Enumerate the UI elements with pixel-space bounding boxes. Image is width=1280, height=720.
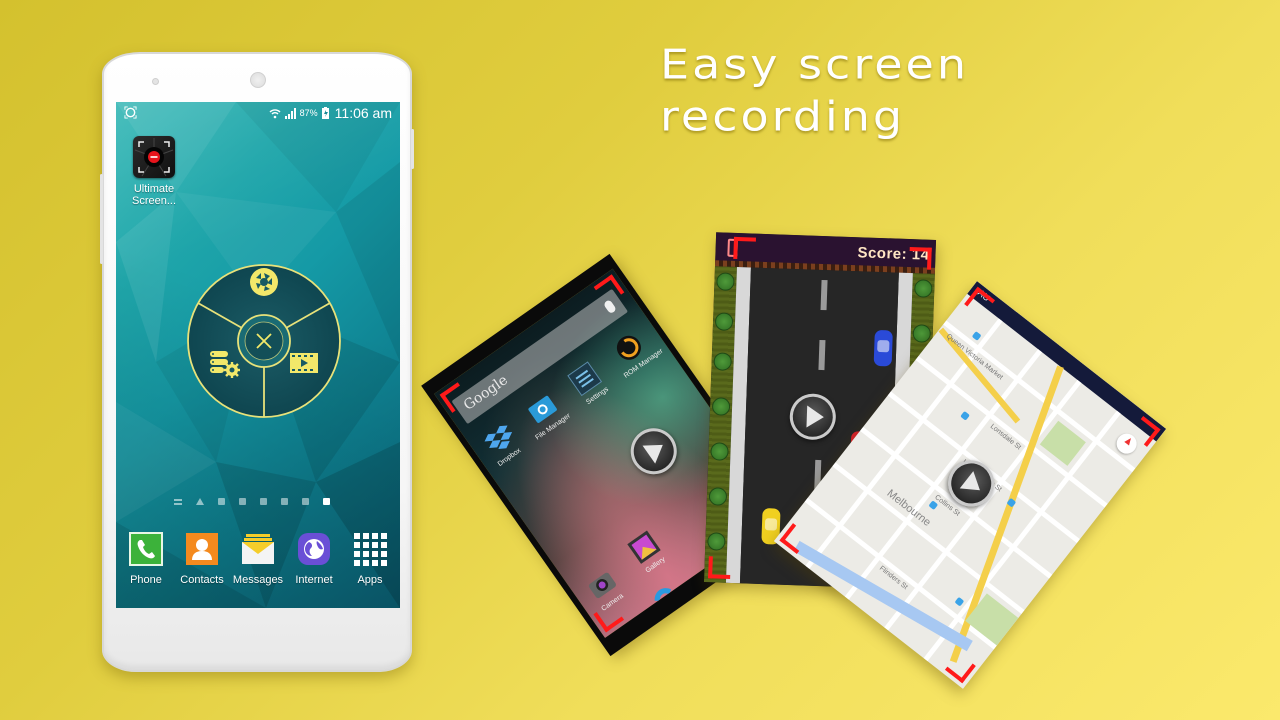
settings-button[interactable] [206,345,242,381]
transit-stop-icon [971,331,982,341]
screenshot-button[interactable] [246,264,282,300]
dock-item-apps[interactable]: Apps [342,532,398,586]
phone-screen: 87% 11:06 am Ultimate Screen... Phone Co… [116,102,400,608]
headline: Easy screen recording [660,38,1100,142]
page-dot[interactable] [218,498,225,505]
page-dot-active[interactable] [323,498,330,505]
record-frame-corner [909,247,932,270]
play-button[interactable] [621,419,686,484]
signal-icon [284,107,296,119]
phone-mockup: 87% 11:06 am Ultimate Screen... Phone Co… [100,52,414,672]
video-gallery-button[interactable] [286,345,322,381]
headline-line-1: Easy screen [660,39,969,89]
blue-car [873,329,893,367]
record-rec-icon [133,136,175,178]
contacts-icon [185,532,219,566]
messages-envelope-icon [241,532,275,566]
camera-shutter-icon [250,268,278,296]
google-label: Google [460,372,511,414]
transit-stop-icon [954,596,965,607]
transit-stop-icon [960,410,970,421]
page-dot[interactable] [239,498,246,505]
globe-icon [297,532,331,566]
dock-label: Phone [130,574,162,586]
close-menu-button[interactable] [246,323,282,359]
page-dot[interactable] [281,498,288,505]
power-button [411,129,414,169]
apps-grid-icon [353,532,387,566]
ultimate-screen-recorder-shortcut[interactable]: Ultimate Screen... [130,136,178,207]
front-camera [250,72,266,88]
dock: Phone Contacts Messages Internet Apps [116,532,400,586]
dock-item-contacts[interactable]: Contacts [174,532,230,586]
score-label: Score: [857,244,908,263]
record-frame-corner [593,601,625,633]
settings-server-gear-icon [210,351,240,378]
volume-button [100,174,103,264]
dock-label: Apps [357,574,383,586]
page-dot[interactable] [260,498,267,505]
page-home-indicator[interactable] [196,498,204,505]
street [923,410,1121,662]
phone-icon [129,532,163,566]
dock-item-internet[interactable]: Internet [286,532,342,586]
play-icon [959,471,987,499]
proximity-sensor [152,78,159,85]
page-indicator [174,498,330,505]
battery-charging-icon [321,107,329,119]
close-icon [256,333,272,349]
page-dot[interactable] [302,498,309,505]
dock-label: Internet [295,574,333,586]
page-menu-indicator[interactable] [174,498,182,505]
dock-item-messages[interactable]: Messages [230,532,286,586]
lane-marking [820,279,828,311]
video-film-icon [290,353,318,373]
dock-item-phone[interactable]: Phone [118,532,174,586]
dialer-icon [647,580,679,611]
record-frame-corner [708,556,731,579]
lane-marking [818,339,826,371]
dock-label: Messages [232,574,284,586]
record-frame-corner [733,236,757,260]
play-icon [806,405,825,429]
battery-percent: 87% [299,108,318,118]
screen-recorder-notification-icon [124,106,137,119]
headline-line-2: recording [660,92,906,141]
wifi-icon [269,109,281,119]
status-bar: 87% 11:06 am [116,102,400,124]
dock-label: Contacts [180,574,224,586]
play-icon [642,435,670,464]
shortcut-label-line-1: Ultimate [133,183,175,195]
record-frame-corner [944,652,976,684]
clock: 11:06 am [334,105,392,121]
shortcut-label-line-2: Screen... [131,195,177,207]
